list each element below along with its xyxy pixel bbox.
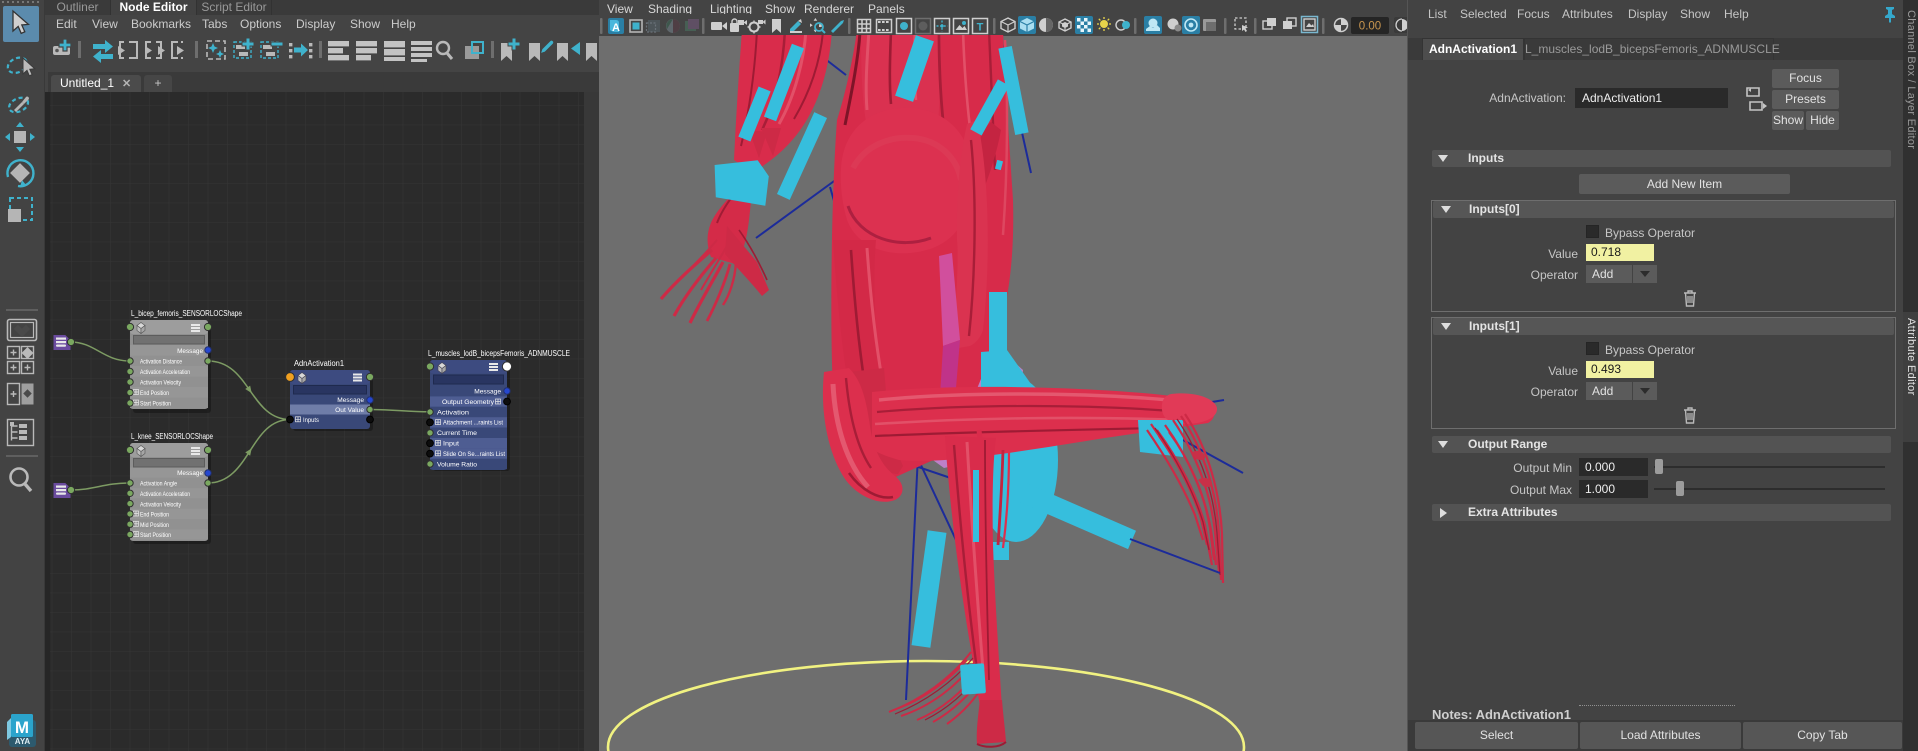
- svg-text:0.00: 0.00: [1359, 21, 1381, 33]
- svg-text:End Position: End Position: [140, 390, 169, 397]
- svg-text:Activation Angle: Activation Angle: [140, 481, 177, 488]
- svg-text:L_bicep_femoris_SENSORLOCShape: L_bicep_femoris_SENSORLOCShape: [131, 309, 242, 318]
- svg-text:Slide On Se...raints List: Slide On Se...raints List: [443, 451, 505, 458]
- svg-text:Volume Ratio: Volume Ratio: [437, 461, 477, 468]
- svg-text:AYA: AYA: [15, 737, 31, 746]
- svg-text:Activation Acceleration: Activation Acceleration: [140, 369, 190, 376]
- svg-text:Out Value: Out Value: [335, 407, 364, 414]
- svg-text:Message: Message: [177, 470, 203, 477]
- svg-text:Activation Velocity: Activation Velocity: [140, 501, 182, 508]
- svg-text:Start Position: Start Position: [140, 401, 171, 408]
- svg-text:AdnActivation1: AdnActivation1: [294, 359, 345, 368]
- svg-text:Output Geometry: Output Geometry: [442, 399, 495, 406]
- svg-text:M: M: [15, 718, 29, 737]
- svg-text:Start Position: Start Position: [140, 532, 171, 539]
- svg-text:Activation Velocity: Activation Velocity: [140, 380, 182, 387]
- svg-text:A: A: [612, 22, 620, 34]
- svg-text:Activation Distance: Activation Distance: [140, 359, 182, 366]
- svg-text:Input: Input: [443, 441, 459, 448]
- svg-text:L_muscles_lodB_bicepsFemoris_A: L_muscles_lodB_bicepsFemoris_ADNMUSCLE: [428, 349, 570, 358]
- svg-text:Attachment ...raints List: Attachment ...raints List: [443, 420, 503, 427]
- svg-text:Current Time: Current Time: [437, 430, 477, 437]
- svg-text:End Position: End Position: [140, 512, 169, 519]
- svg-text:Message: Message: [337, 397, 364, 404]
- svg-text:Message: Message: [177, 348, 203, 355]
- svg-text:L_knee_SENSORLOCShape: L_knee_SENSORLOCShape: [131, 432, 213, 441]
- svg-text:Mid Position: Mid Position: [140, 522, 169, 529]
- svg-text:Activation Acceleration: Activation Acceleration: [140, 491, 190, 498]
- svg-text:T: T: [977, 22, 984, 34]
- svg-text:Activation: Activation: [437, 409, 469, 416]
- svg-text:Message: Message: [474, 389, 501, 396]
- svg-text:Inputs: Inputs: [303, 417, 320, 424]
